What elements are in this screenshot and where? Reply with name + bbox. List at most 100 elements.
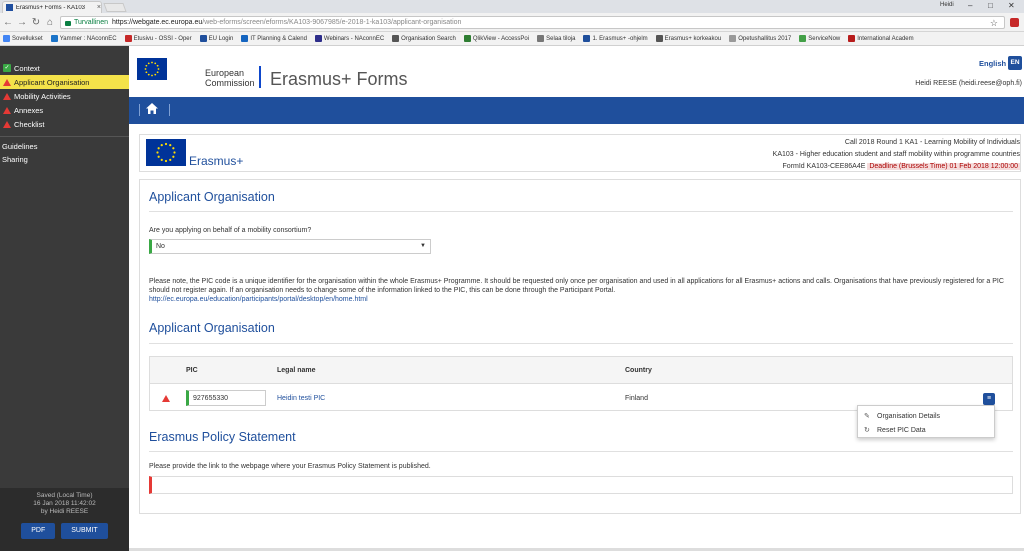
saved-by: by Heidi REESE <box>40 508 89 515</box>
tab-close-icon[interactable]: × <box>97 4 101 11</box>
bookmark-item[interactable]: Selaa tiloja <box>537 35 575 42</box>
form-sidebar: ✓ Context Applicant Organisation Mobility A… <box>0 46 129 551</box>
reload-icon[interactable]: ↻ <box>31 17 41 28</box>
minimize-icon[interactable]: – <box>968 1 972 10</box>
browser-tab[interactable]: Erasmus+ Forms - KA103 × <box>2 1 102 13</box>
warning-icon <box>162 395 170 402</box>
bookmark-item[interactable]: QlikView - AccessPoi <box>463 35 529 42</box>
bookmark-item[interactable]: Opetushallitus 2017 <box>729 35 791 42</box>
url-input[interactable]: Turvallinen https://webgate.ec.europa.eu… <box>60 16 1005 29</box>
bookmark-item[interactable]: Yammer : NAconnEC <box>50 35 117 42</box>
submit-button[interactable]: SUBMIT <box>61 523 108 539</box>
main-content: European Commission Erasmus+ Forms Engli… <box>129 46 1024 551</box>
eps-question-label: Please provide the link to the webpage w… <box>149 463 431 470</box>
warning-icon <box>3 106 11 114</box>
warning-icon <box>3 78 11 86</box>
refresh-icon: ↻ <box>864 427 870 434</box>
row-menu-icon[interactable]: ≡ <box>983 393 995 405</box>
european-commission-label: European Commission <box>205 68 255 88</box>
bookmark-favicon-icon <box>199 35 207 42</box>
bookmark-item[interactable]: IT Planning & Calend <box>241 35 307 42</box>
erasmus-logo-text: Erasmus+ <box>189 154 244 168</box>
bookmark-star-icon[interactable]: ☆ <box>990 18 998 29</box>
browser-tab-bar: Erasmus+ Forms - KA103 × Heidi – □ ✕ <box>0 0 1024 13</box>
bookmark-favicon-icon <box>729 35 737 42</box>
participant-portal-link[interactable]: http://ec.europa.eu/education/participan… <box>149 296 368 303</box>
lock-icon <box>65 21 71 26</box>
url-host: https://webgate.ec.europa.eu <box>111 19 203 26</box>
pdf-button[interactable]: PDF <box>21 523 56 539</box>
bookmark-favicon-icon <box>50 35 58 42</box>
home-browser-icon[interactable]: ⌂ <box>45 17 55 28</box>
bookmark-item[interactable]: Erasmus+ korkeakou <box>655 35 721 42</box>
bookmark-item[interactable]: Organisation Search <box>392 35 456 42</box>
column-header-legal-name: Legal name <box>277 367 316 374</box>
bookmark-item[interactable]: Webinars - NAconnEC <box>314 35 384 42</box>
menu-item-reset-pic-data[interactable]: ↻ Reset PIC Data <box>858 423 994 437</box>
back-icon[interactable]: ← <box>3 17 13 28</box>
sidebar-link-guidelines[interactable]: Guidelines <box>0 140 129 153</box>
saved-time: 16 Jan 2018 11:42:02 <box>33 500 96 507</box>
menu-item-organisation-details[interactable]: ✎ Organisation Details <box>858 409 994 423</box>
bookmark-item[interactable]: 1. Erasmus+ -ohjelm <box>583 35 648 42</box>
form-id: FormId KA103-CEE86A4E <box>782 163 866 170</box>
extension-shield-icon[interactable] <box>1010 18 1019 27</box>
pic-input[interactable]: 927655330 <box>186 390 266 406</box>
url-path: /web-eforms/screen/eforms/KA103-9067985/… <box>202 19 462 26</box>
maximize-icon[interactable]: □ <box>988 1 993 10</box>
user-info: Heidi REESE (heidi.reese@oph.fi) <box>915 80 1022 87</box>
bookmark-favicon-icon <box>583 35 591 42</box>
warning-icon <box>3 120 11 128</box>
app-brand-title: Erasmus+ Forms <box>270 69 408 89</box>
row-actions-menu: ✎ Organisation Details ↻ Reset PIC Data <box>857 405 995 438</box>
address-bar-row: ← → ↻ ⌂ Turvallinen https://webgate.ec.e… <box>0 13 1024 32</box>
sidebar-item-mobility-activities[interactable]: Mobility Activities <box>0 89 129 103</box>
table-header: PIC Legal name Country <box>150 357 1012 384</box>
sidebar-item-context[interactable]: ✓ Context <box>0 61 129 75</box>
bookmark-favicon-icon <box>392 35 400 42</box>
legal-name-link[interactable]: Heidin testi PIC <box>277 395 325 402</box>
bookmark-favicon-icon <box>537 35 545 42</box>
consortium-select[interactable]: No ▼ <box>149 239 431 254</box>
sidebar-item-annexes[interactable]: Annexes <box>0 103 129 117</box>
bookmark-item[interactable]: ServiceNow <box>799 35 840 42</box>
column-header-country: Country <box>625 367 652 374</box>
navigation-bar <box>129 97 1024 124</box>
secure-label: Turvallinen <box>74 19 108 26</box>
call-line: Call 2018 Round 1 KA1 - Learning Mobilit… <box>844 139 1020 146</box>
sidebar-item-checklist[interactable]: Checklist <box>0 117 129 131</box>
save-status-panel: Saved (Local Time) 16 Jan 2018 11:42:02 … <box>0 488 129 551</box>
forward-icon[interactable]: → <box>17 17 27 28</box>
warning-icon <box>3 92 11 100</box>
bookmark-favicon-icon <box>3 35 10 42</box>
home-icon[interactable] <box>145 102 161 118</box>
bookmark-item[interactable]: EU Login <box>199 35 233 42</box>
bookmark-item[interactable]: Etusivu - OSSI - Oper <box>124 35 192 42</box>
sidebar-link-sharing[interactable]: Sharing <box>0 153 129 166</box>
chevron-down-icon: ▼ <box>420 243 426 249</box>
country-value: Finland <box>625 395 648 402</box>
bookmark-favicon-icon <box>314 35 322 42</box>
edit-icon: ✎ <box>864 413 870 420</box>
close-window-icon[interactable]: ✕ <box>1008 1 1015 10</box>
applicant-organisation-panel: Applicant Organisation Are you applying … <box>139 179 1021 514</box>
new-tab-button[interactable] <box>103 3 127 12</box>
eu-flag-icon <box>146 139 186 166</box>
column-header-pic: PIC <box>186 367 198 374</box>
pic-note: Please note, the PIC code is a unique id… <box>149 277 1009 304</box>
bookmark-item[interactable]: International Academ <box>848 35 914 42</box>
language-code-badge[interactable]: EN <box>1008 56 1022 70</box>
section-title-applicant-organisation-table: Applicant Organisation <box>149 321 275 335</box>
call-info: Call 2018 Round 1 KA1 - Learning Mobilit… <box>600 137 1020 173</box>
eps-link-input[interactable] <box>149 476 1013 494</box>
pic-note-text: Please note, the PIC code is a unique id… <box>149 278 1004 294</box>
sidebar-item-applicant-organisation[interactable]: Applicant Organisation <box>0 75 129 89</box>
erasmus-favicon-icon <box>6 4 13 11</box>
language-selector[interactable]: English <box>979 59 1006 68</box>
action-line: KA103 - Higher education student and sta… <box>772 151 1020 158</box>
bookmarks-bar: Sovellukset Yammer : NAconnEC Etusivu - OS… <box>0 32 1024 46</box>
section-title-erasmus-policy-statement: Erasmus Policy Statement <box>149 430 296 444</box>
bookmark-favicon-icon <box>655 35 663 42</box>
bookmark-item[interactable]: Sovellukset <box>3 35 43 42</box>
bookmark-favicon-icon <box>463 35 471 42</box>
